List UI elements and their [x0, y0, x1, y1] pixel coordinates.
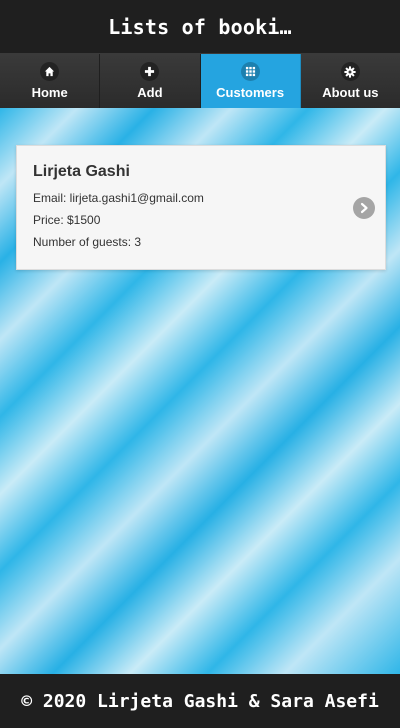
booking-list-item[interactable]: Lirjeta Gashi Email: lirjeta.gashi1@gmai…	[16, 145, 386, 270]
chevron-right-icon[interactable]	[353, 197, 375, 219]
booking-price: Price: $1500	[33, 213, 101, 227]
nav-item-add-label: Add	[137, 85, 163, 100]
footer-copyright: © 2020 Lirjeta Gashi & Sara Asefi	[21, 690, 379, 712]
grid-icon	[240, 62, 260, 81]
content-area: Lirjeta Gashi Email: lirjeta.gashi1@gmai…	[0, 108, 400, 674]
navbar: Home Add Customers About us	[0, 53, 400, 108]
page-title: Lists of booki…	[108, 14, 292, 39]
gear-icon	[340, 62, 360, 81]
nav-item-home-label: Home	[31, 85, 68, 100]
nav-item-add[interactable]: Add	[100, 54, 201, 108]
customer-email: Email: lirjeta.gashi1@gmail.com	[33, 191, 204, 205]
page-footer: © 2020 Lirjeta Gashi & Sara Asefi	[0, 674, 400, 728]
nav-item-customers-label: Customers	[216, 85, 285, 100]
guest-count: Number of guests: 3	[33, 235, 142, 249]
home-icon	[40, 62, 60, 81]
nav-item-customers[interactable]: Customers	[200, 54, 301, 108]
nav-item-about[interactable]: About us	[300, 54, 400, 108]
nav-item-about-label: About us	[322, 85, 379, 100]
page-header: Lists of booki…	[0, 0, 400, 53]
customer-name: Lirjeta Gashi	[33, 163, 130, 180]
plus-icon	[140, 62, 160, 81]
nav-item-home[interactable]: Home	[0, 54, 101, 108]
